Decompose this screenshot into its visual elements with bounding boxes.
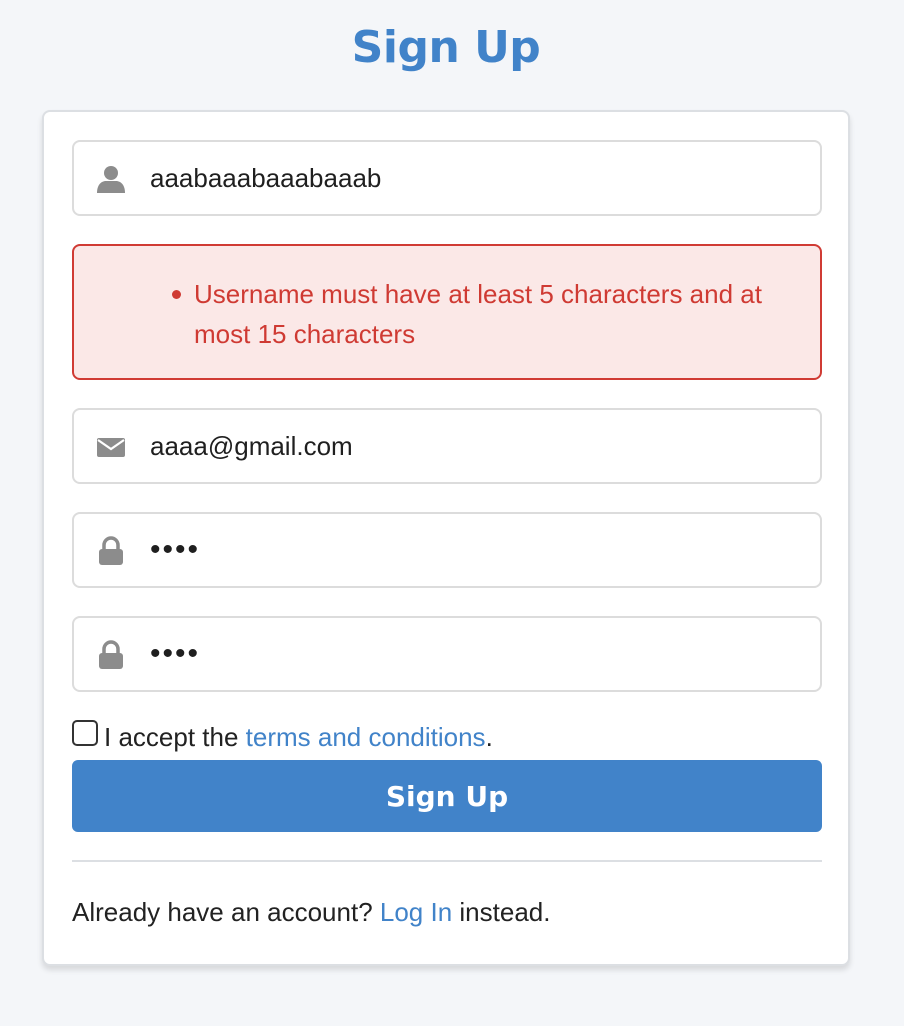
page-title: Sign Up — [351, 22, 541, 73]
password-field[interactable]: •••• — [72, 512, 822, 588]
username-value[interactable]: aaabaaabaaabaaab — [150, 142, 381, 214]
terms-checkbox[interactable] — [72, 720, 98, 746]
user-icon — [96, 164, 126, 194]
email-value[interactable]: aaaa@gmail.com — [150, 410, 353, 482]
terms-suffix: . — [485, 722, 493, 752]
divider — [72, 860, 822, 862]
signup-card: aaabaaabaaabaaab Username must have at l… — [42, 110, 850, 966]
terms-link[interactable]: terms and conditions — [246, 722, 486, 752]
confirm-password-value[interactable]: •••• — [150, 618, 200, 690]
confirm-password-field[interactable]: •••• — [72, 616, 822, 692]
signup-button[interactable]: Sign Up — [72, 760, 822, 832]
terms-row: I accept the terms and conditions. — [72, 720, 493, 754]
terms-prefix: I accept the — [104, 722, 246, 752]
login-prompt: Already have an account? Log In instead. — [72, 894, 550, 930]
password-value[interactable]: •••• — [150, 514, 200, 586]
lock-icon — [96, 536, 126, 566]
envelope-icon — [96, 432, 126, 462]
error-message-box: Username must have at least 5 characters… — [72, 244, 822, 380]
login-link[interactable]: Log In — [380, 897, 452, 927]
username-field[interactable]: aaabaaabaaabaaab — [72, 140, 822, 216]
error-item: Username must have at least 5 characters… — [172, 274, 794, 354]
email-field[interactable]: aaaa@gmail.com — [72, 408, 822, 484]
login-prompt-suffix: instead. — [452, 897, 551, 927]
login-prompt-prefix: Already have an account? — [72, 897, 380, 927]
error-list: Username must have at least 5 characters… — [172, 274, 794, 354]
lock-icon — [96, 640, 126, 670]
